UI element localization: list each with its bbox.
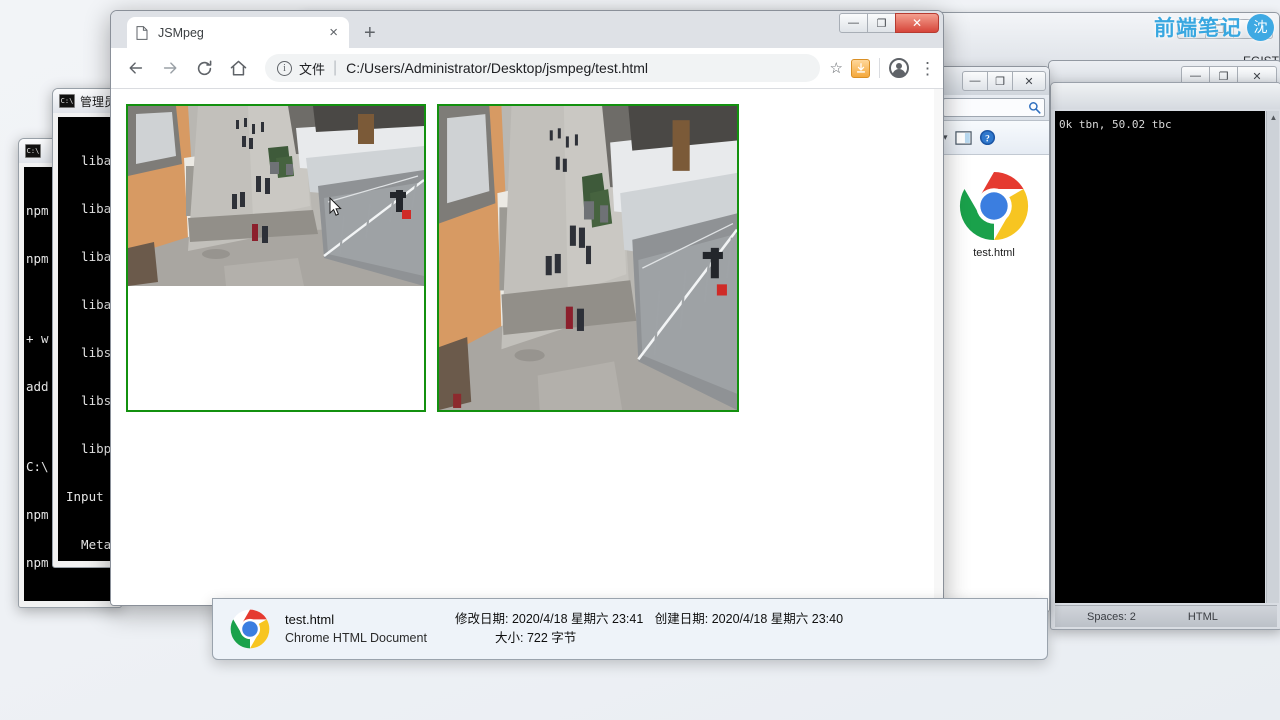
back-arrow-icon — [129, 62, 143, 74]
download-glyph-icon — [856, 63, 865, 73]
browser-maximize-button[interactable]: ❐ — [867, 13, 896, 33]
page-viewport — [111, 89, 943, 605]
browser-menu-button[interactable]: ⋮ — [919, 60, 936, 77]
browser-window-controls: — ❐ ✕ — [839, 13, 939, 33]
close-icon[interactable]: × — [326, 25, 341, 40]
file-name-label: test.html — [285, 612, 335, 627]
bg-maximize-button[interactable]: ❐ — [1205, 19, 1234, 39]
browser-close-button[interactable]: ✕ — [895, 13, 939, 33]
browser-tab-title: JSMpeg — [158, 25, 204, 40]
omnibox-url-text[interactable]: C:/Users/Administrator/Desktop/jsmpeg/te… — [346, 60, 648, 76]
status-spaces[interactable]: Spaces: 2 — [1087, 611, 1136, 623]
layout-pane-icon[interactable] — [954, 130, 972, 146]
chrome-icon — [230, 609, 270, 649]
sublime-text-window[interactable]: 0k tbn, 50.02 tbc ▲ Spaces: 2 HTML — [1050, 82, 1280, 630]
page-icon — [135, 25, 149, 41]
browser-toolbar: i 文件 | C:/Users/Administrator/Desktop/js… — [111, 48, 943, 89]
scroll-up-icon[interactable]: ▲ — [1267, 111, 1280, 124]
reload-button[interactable] — [189, 53, 219, 83]
desktop-file-label: test.html — [973, 247, 1015, 259]
explorer-toolbar: ▾ ? — [939, 121, 1049, 155]
file-explorer-window[interactable]: — ❐ ✕ ▾ ? test.html — [938, 66, 1050, 612]
browser-minimize-button[interactable]: — — [839, 13, 868, 33]
new-tab-button[interactable]: + — [364, 23, 376, 43]
explorer-window-controls: — ❐ ✕ — [962, 71, 1046, 91]
chrome-icon — [959, 171, 1029, 241]
file-size-label: 大小: 722 字节 — [495, 631, 577, 645]
file-meta-column: 修改日期: 2020/4/18 星期六 23:41 创建日期: 2020/4/1… — [455, 610, 843, 648]
extension-icon[interactable] — [851, 58, 870, 78]
file-created-label: 创建日期: 2020/4/18 星期六 23:40 — [654, 612, 844, 626]
page-info-icon[interactable]: i — [277, 60, 292, 76]
home-icon — [230, 60, 246, 76]
bg-close-button[interactable]: ✕ — [1233, 19, 1273, 39]
profile-avatar-button[interactable] — [889, 58, 909, 78]
explorer-search-input[interactable] — [943, 98, 1045, 117]
browser-tab-jsmpeg[interactable]: JSMpeg × — [127, 17, 349, 48]
editor-line-tbn: 0k tbn, 50.02 tbc — [1059, 118, 1172, 131]
editor-vertical-scrollbar[interactable]: ▲ — [1266, 111, 1279, 603]
file-type-label: Chrome HTML Document — [285, 631, 427, 645]
help-icon[interactable]: ? — [979, 129, 996, 146]
file-name-column: test.html Chrome HTML Document — [285, 610, 455, 648]
file-details-pane: test.html Chrome HTML Document 修改日期: 202… — [212, 598, 1048, 660]
bg-minimize-button[interactable]: — — [1177, 19, 1206, 39]
desktop-file-item[interactable]: test.html — [957, 169, 1031, 259]
page-vertical-scrollbar[interactable] — [934, 89, 943, 605]
explorer-minimize-button[interactable]: — — [962, 71, 988, 91]
mall-video-frame-full — [439, 106, 738, 410]
toolbar-divider — [879, 58, 880, 78]
forward-arrow-icon — [163, 62, 177, 74]
bookmark-star-icon[interactable]: ☆ — [830, 59, 843, 77]
omnibox-scheme-label: 文件 — [299, 61, 326, 77]
address-bar[interactable]: i 文件 | C:/Users/Administrator/Desktop/js… — [265, 54, 820, 82]
omnibox-separator: | — [333, 59, 338, 76]
forward-button[interactable] — [155, 53, 185, 83]
search-icon — [1029, 102, 1041, 114]
reload-icon — [197, 59, 211, 75]
status-syntax[interactable]: HTML — [1188, 611, 1218, 623]
sublime-statusbar: Spaces: 2 HTML — [1055, 605, 1277, 627]
cmd-icon: C:\ — [25, 144, 41, 158]
home-button[interactable] — [223, 53, 253, 83]
explorer-maximize-button[interactable]: ❐ — [987, 71, 1013, 91]
chrome-browser-window[interactable]: JSMpeg × + — ❐ ✕ i 文件 | C:/Users/Adminis… — [110, 10, 944, 606]
mall-video-frame-partial — [128, 106, 424, 286]
explorer-close-button[interactable]: ✕ — [1012, 71, 1046, 91]
file-dates-row: 修改日期: 2020/4/18 星期六 23:41 创建日期: 2020/4/1… — [455, 610, 843, 629]
bg-window-controls: — ❐ ✕ — [1177, 19, 1273, 39]
jsmpeg-canvas-left[interactable] — [126, 104, 426, 412]
sublime-titlebar[interactable] — [1051, 83, 1280, 109]
cmd-icon: C:\ — [59, 94, 75, 108]
file-modified-label: 修改日期: 2020/4/18 星期六 23:41 — [455, 612, 644, 626]
canvas-unrendered-area — [128, 286, 424, 410]
explorer-content-pane[interactable]: test.html — [939, 155, 1049, 611]
svg-text:?: ? — [985, 134, 990, 144]
explorer-titlebar[interactable]: — ❐ ✕ — [939, 67, 1049, 95]
sublime-editor-area[interactable]: 0k tbn, 50.02 tbc — [1055, 111, 1265, 603]
jsmpeg-canvas-right[interactable] — [437, 104, 740, 412]
back-button[interactable] — [121, 53, 151, 83]
browser-tabstrip[interactable]: JSMpeg × + — ❐ ✕ — [111, 11, 943, 48]
explorer-search-row — [939, 95, 1049, 121]
